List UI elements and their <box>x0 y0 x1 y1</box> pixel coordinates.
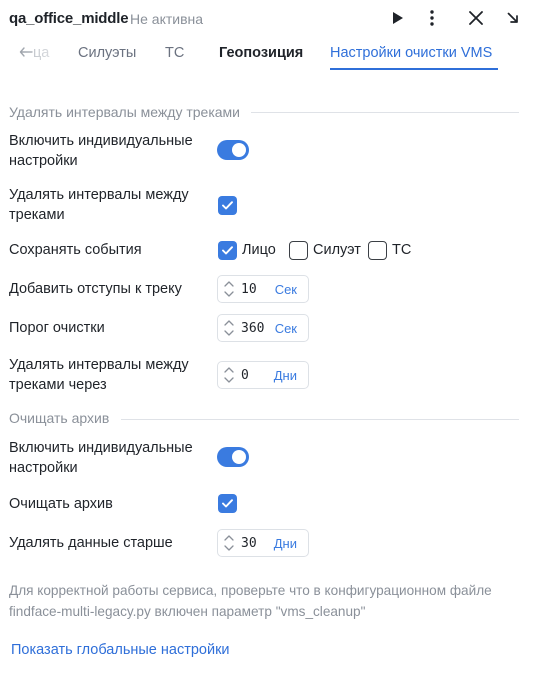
older-than-stepper[interactable]: 30 Дни <box>217 529 309 557</box>
event-face-label: Лицо <box>242 242 276 258</box>
keep-events-label: Сохранять события <box>9 242 142 258</box>
section-divider <box>251 112 519 113</box>
threshold-value[interactable]: 360 <box>241 321 264 336</box>
check-icon <box>222 499 233 508</box>
older-than-label: Удалять данные старше <box>9 535 173 551</box>
older-than-value[interactable]: 30 <box>241 536 257 551</box>
remove-after-value[interactable]: 0 <box>241 368 249 383</box>
archive-individual-toggle[interactable] <box>217 447 249 467</box>
show-global-settings-link[interactable]: Показать глобальные настройки <box>11 642 230 658</box>
tab-geoposition[interactable]: Геопозиция <box>219 45 303 61</box>
padding-unit: Сек <box>274 282 297 297</box>
remove-after-unit: Дни <box>273 368 297 383</box>
event-vehicle-label: ТС <box>392 242 412 258</box>
config-note: Для корректной работы сервиса, проверьте… <box>9 583 492 619</box>
close-icon[interactable] <box>466 8 486 28</box>
section-divider <box>121 419 519 420</box>
padding-label: Добавить отступы к треку <box>9 281 182 297</box>
threshold-label: Порог очистки <box>9 320 105 336</box>
archive-individual-label: Включить индивидуальные настройки <box>9 440 193 476</box>
tab-bar: ца Силуэты ТС Геопозиция Настройки очист… <box>0 38 550 74</box>
remove-after-stepper[interactable]: 0 Дни <box>217 361 309 389</box>
tab-vms-cleanup[interactable]: Настройки очистки VMS <box>330 45 492 61</box>
status-label: Не активна <box>130 11 204 27</box>
camera-title: qa_office_middle <box>9 10 129 27</box>
padding-stepper[interactable]: 10 Сек <box>217 275 309 303</box>
event-vehicle-checkbox[interactable] <box>368 241 387 260</box>
individual-settings-label: Включить индивидуальные настройки <box>9 133 193 169</box>
threshold-stepper[interactable]: 360 Сек <box>217 314 309 342</box>
clear-archive-label: Очищать архив <box>9 496 113 512</box>
check-icon <box>222 246 233 255</box>
remove-intervals-checkbox[interactable] <box>218 196 237 215</box>
tab-vehicles[interactable]: ТС <box>165 45 184 61</box>
event-face-checkbox[interactable] <box>218 241 237 260</box>
event-silhouette-checkbox[interactable] <box>289 241 308 260</box>
remove-after-label: Удалять интервалы между треками через <box>9 357 189 393</box>
remove-intervals-label: Удалять интервалы между треками <box>9 187 189 223</box>
stepper-arrows-icon <box>224 535 234 551</box>
padding-value[interactable]: 10 <box>241 282 257 297</box>
play-icon[interactable] <box>388 8 408 28</box>
header: qa_office_middle Не активна <box>0 0 550 36</box>
event-silhouette-label: Силуэт <box>313 242 361 258</box>
collapse-icon[interactable] <box>503 8 523 28</box>
individual-settings-toggle[interactable] <box>217 140 249 160</box>
arrow-left-icon <box>19 45 33 61</box>
clear-archive-checkbox[interactable] <box>218 494 237 513</box>
stepper-arrows-icon <box>224 320 234 336</box>
check-icon <box>222 201 233 210</box>
active-tab-indicator <box>330 68 498 70</box>
stepper-arrows-icon <box>224 367 234 383</box>
section-title-intervals: Удалять интервалы между треками <box>9 104 240 120</box>
threshold-unit: Сек <box>274 321 297 336</box>
tab-scroll-left[interactable]: ца <box>19 45 49 61</box>
older-than-unit: Дни <box>273 536 297 551</box>
kebab-menu-icon[interactable] <box>422 8 442 28</box>
section-title-archive: Очищать архив <box>9 410 110 426</box>
tab-silhouettes[interactable]: Силуэты <box>78 45 136 61</box>
stepper-arrows-icon <box>224 281 234 297</box>
